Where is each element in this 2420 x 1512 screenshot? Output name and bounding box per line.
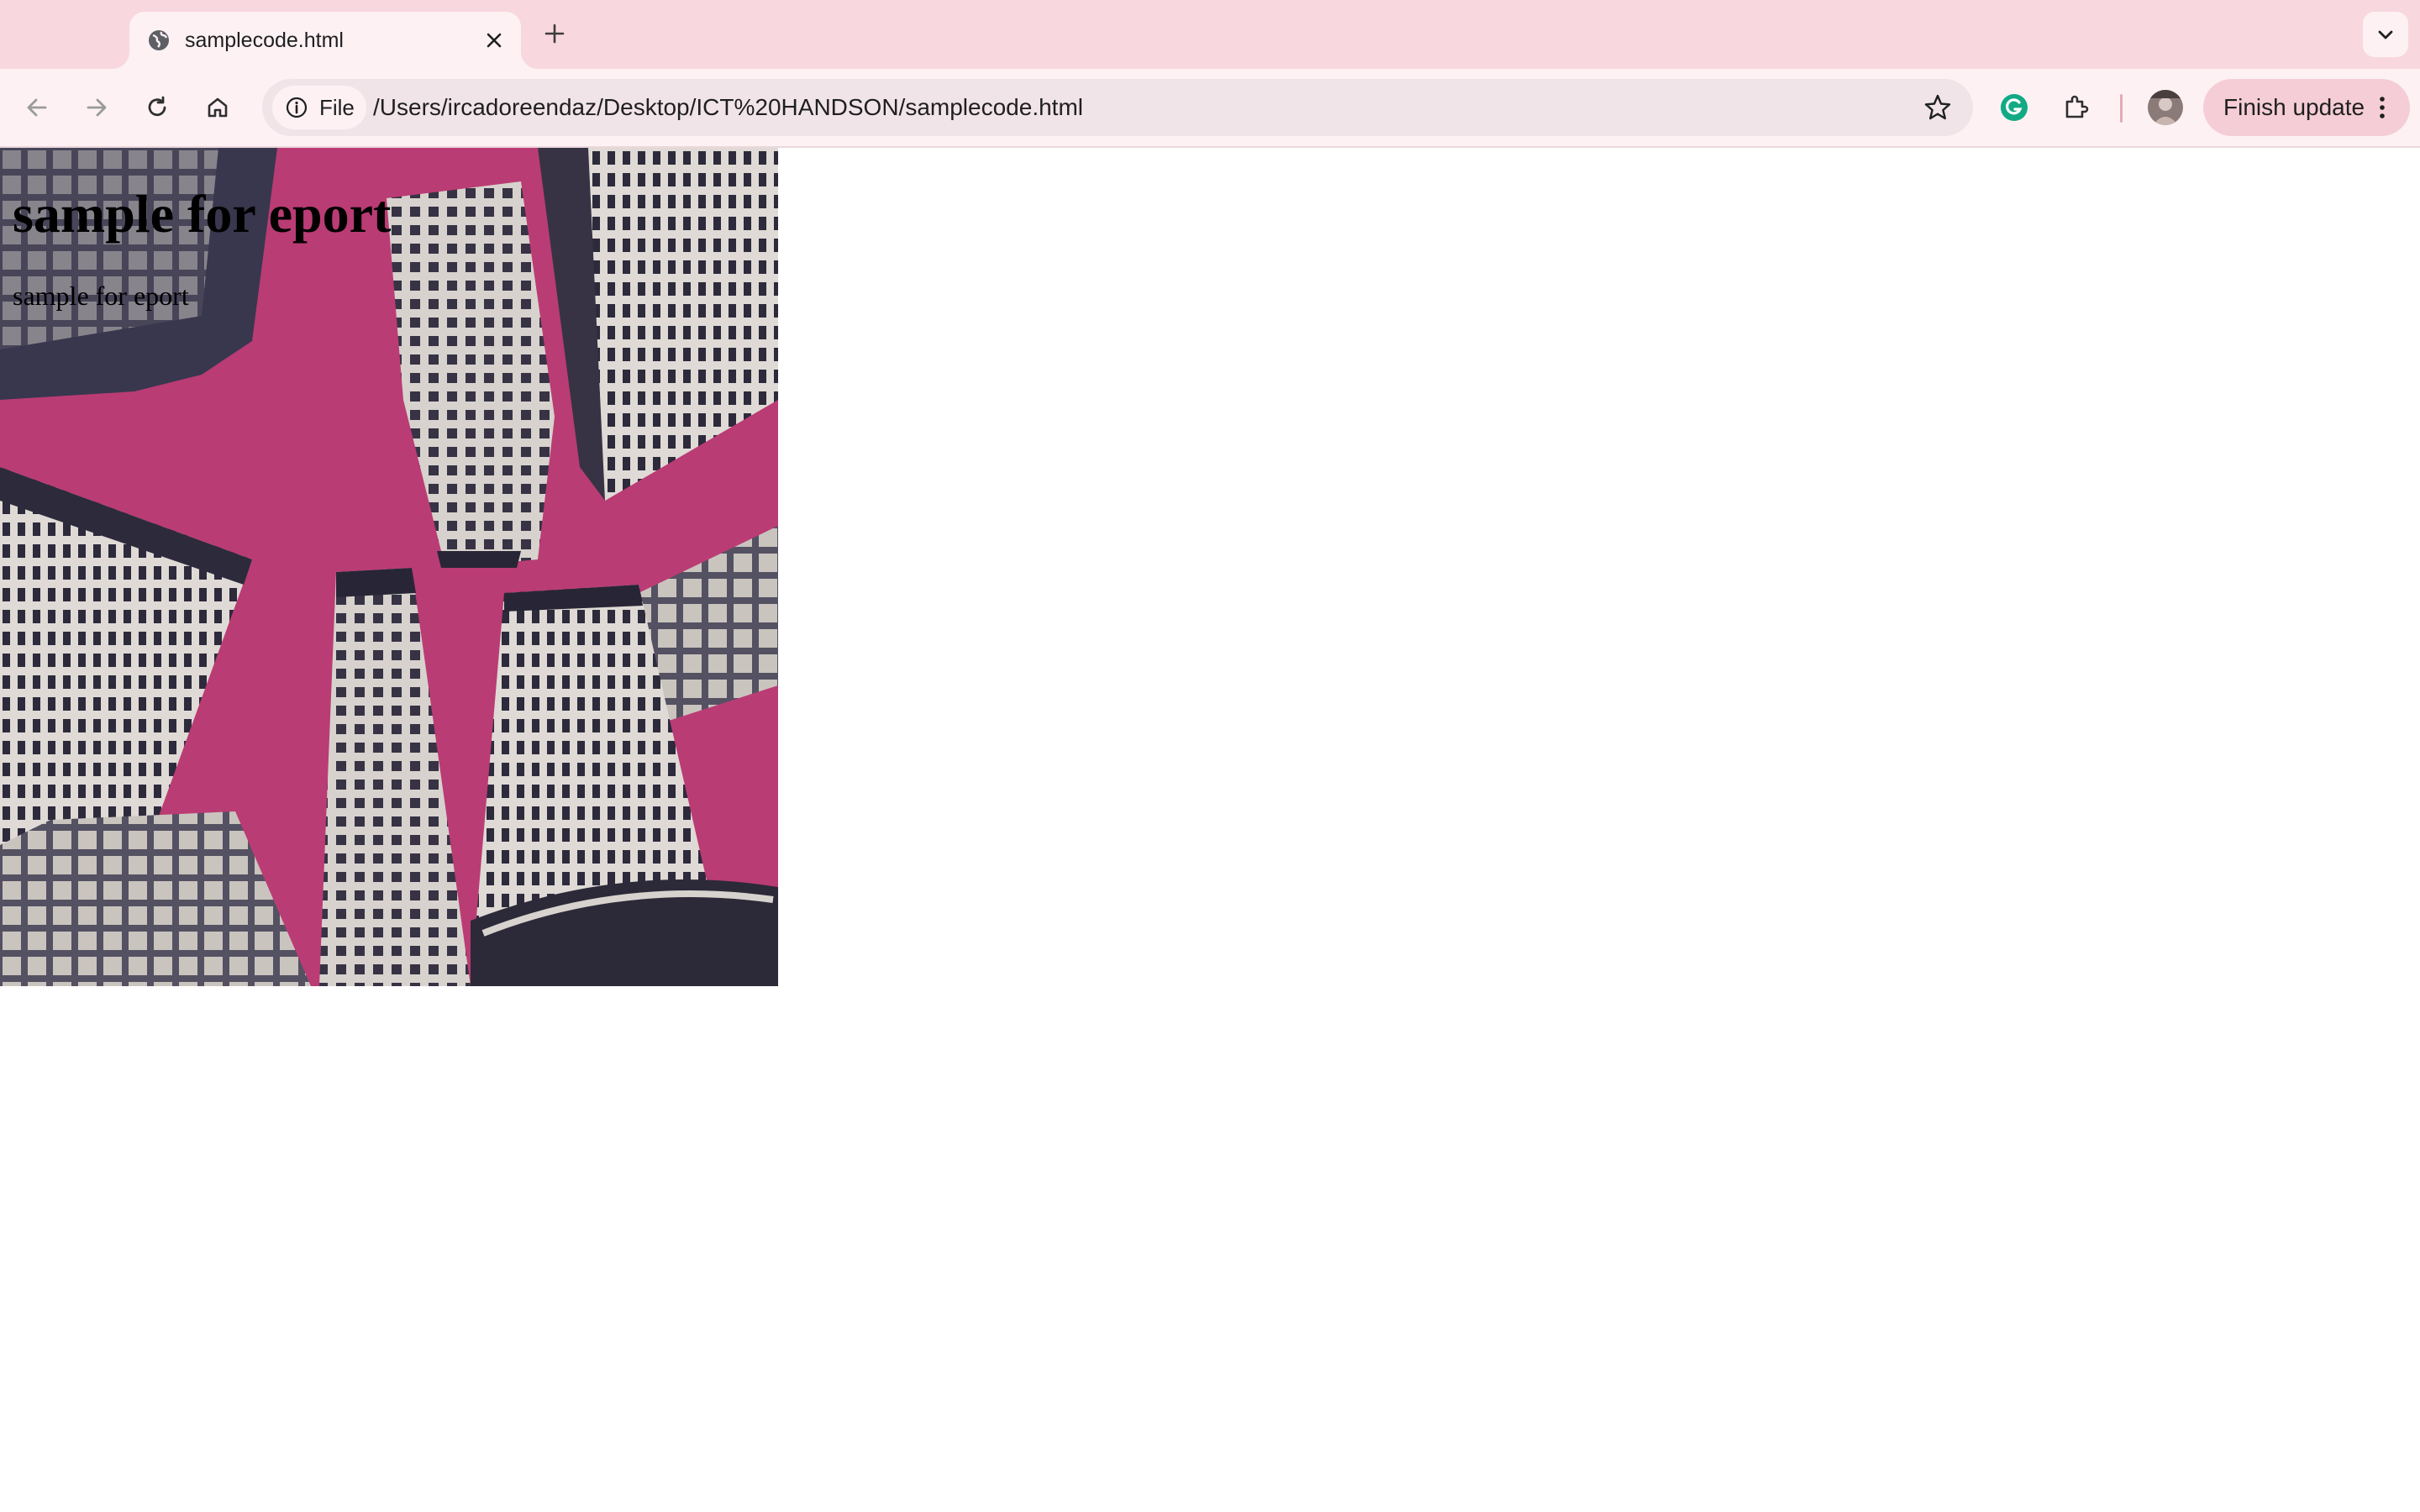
close-icon[interactable]: [481, 27, 508, 54]
tab-active[interactable]: samplecode.html: [129, 12, 521, 69]
finish-update-label: Finish update: [2223, 94, 2365, 120]
new-tab-button[interactable]: [538, 17, 571, 50]
tab-title: samplecode.html: [185, 29, 344, 52]
grammarly-extension-button[interactable]: [1993, 87, 2035, 129]
site-info-chip[interactable]: File: [272, 86, 366, 129]
chevron-down-icon: [2378, 30, 2393, 39]
arrow-right-icon: [87, 98, 107, 117]
back-button[interactable]: [16, 87, 58, 129]
more-vert-icon[interactable]: [2370, 95, 2395, 120]
tab-strip: samplecode.html: [0, 0, 2420, 69]
page-paragraph: sample for eport: [13, 281, 189, 311]
browser-toolbar: File /Users/ircadoreendaz/Desktop/ICT%20…: [0, 69, 2420, 148]
url-text[interactable]: /Users/ircadoreendaz/Desktop/ICT%20HANDS…: [373, 79, 1083, 136]
finish-update-button[interactable]: Finish update: [2203, 79, 2410, 136]
toolbar-divider: [2120, 94, 2123, 123]
avatar-icon: [2148, 90, 2183, 125]
arrow-left-icon: [27, 98, 47, 117]
puzzle-icon: [2065, 95, 2089, 118]
home-button[interactable]: [197, 87, 239, 129]
skyscrapers-image: [0, 148, 778, 986]
reload-icon: [148, 96, 166, 117]
grammarly-icon: [2001, 94, 2028, 121]
background-image: [0, 148, 778, 986]
profile-avatar[interactable]: [2148, 90, 2183, 125]
tab-search-button[interactable]: [2363, 12, 2408, 57]
home-icon: [208, 97, 228, 118]
site-chip-label: File: [319, 95, 355, 120]
forward-button[interactable]: [76, 87, 118, 129]
info-icon: [286, 97, 308, 118]
plus-icon: [544, 24, 565, 44]
address-bar[interactable]: File /Users/ircadoreendaz/Desktop/ICT%20…: [262, 79, 1973, 136]
extensions-button[interactable]: [2055, 87, 2097, 129]
page-viewport: sample for eport sample for eport: [0, 148, 2420, 1512]
reload-button[interactable]: [136, 87, 178, 129]
star-icon[interactable]: [1923, 92, 1953, 123]
page-heading: sample for eport: [13, 184, 392, 244]
globe-icon: [146, 28, 171, 53]
